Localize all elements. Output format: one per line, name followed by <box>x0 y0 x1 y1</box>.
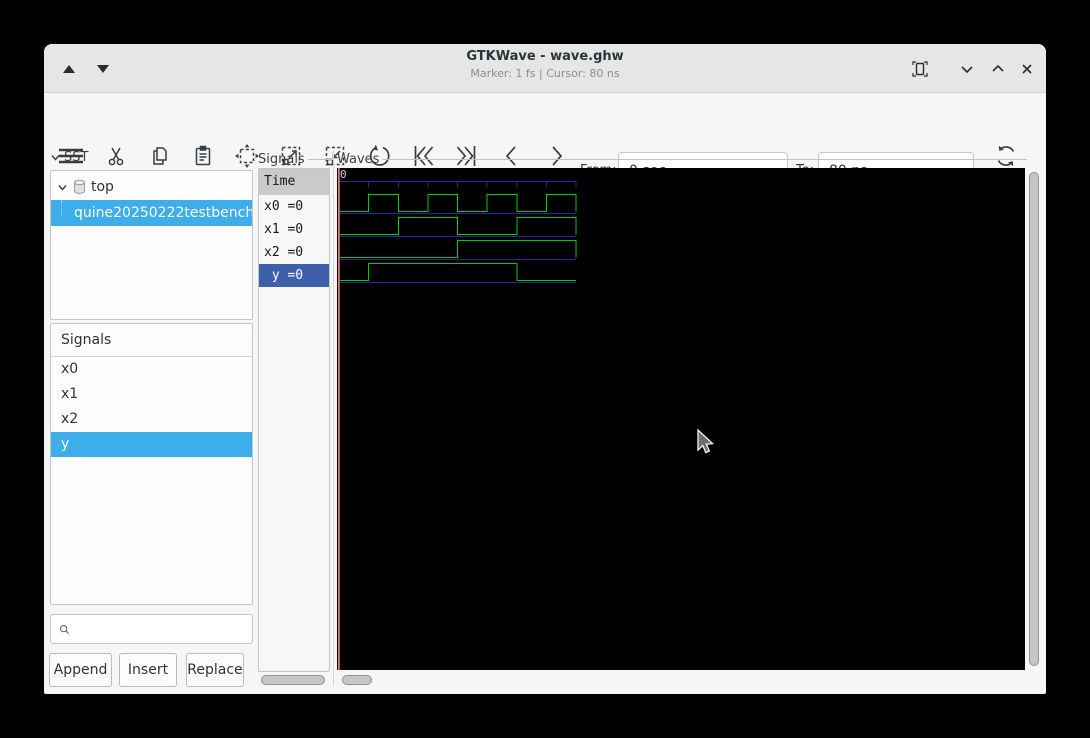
scrollbar-thumb[interactable] <box>261 675 325 685</box>
signal-filter-box <box>50 614 253 644</box>
waves-frame-label: Waves <box>337 152 1027 167</box>
chevron-down-icon <box>958 60 976 78</box>
cut-button[interactable] <box>99 140 133 172</box>
trace-names-panel: Time x0 =0 x1 =0 x2 =0 y =0 <box>258 168 330 672</box>
frame-border <box>382 159 1027 160</box>
close-button[interactable] <box>1014 56 1040 82</box>
expander-down-icon[interactable] <box>57 182 68 193</box>
waveform-plot <box>337 168 1025 670</box>
time-origin-label: 0 <box>340 168 347 181</box>
append-button[interactable]: Append <box>49 653 112 687</box>
trace-name-y[interactable]: y =0 <box>259 264 329 287</box>
list-item-x2[interactable]: x2 <box>51 407 252 432</box>
cut-icon <box>104 144 128 168</box>
scrollbar-thumb[interactable] <box>1029 172 1039 666</box>
sst-frame-label: SST <box>50 150 88 165</box>
time-header[interactable]: Time <box>259 169 329 195</box>
waves-hscrollbar[interactable] <box>337 674 1025 686</box>
paste-button[interactable] <box>186 140 220 172</box>
move-traces-up-button[interactable] <box>56 56 82 82</box>
trace-name-x0[interactable]: x0 =0 <box>259 195 329 218</box>
gtkwave-window: GTKWave - wave.ghw Marker: 1 fs | Cursor… <box>44 44 1046 694</box>
replace-button[interactable]: Replace <box>186 653 244 687</box>
scrollbar-thumb[interactable] <box>342 675 372 685</box>
wave-canvas[interactable]: 0 <box>337 168 1025 670</box>
pane-divider[interactable] <box>333 150 334 686</box>
zoom-fit-icon <box>234 143 260 169</box>
tree-branch-line <box>61 201 62 215</box>
copy-icon <box>148 144 172 168</box>
close-icon <box>1018 60 1036 78</box>
waves-vscrollbar[interactable] <box>1028 170 1040 670</box>
marker-cursor-status: Marker: 1 fs | Cursor: 80 ns <box>344 67 746 80</box>
window-title: GTKWave - wave.ghw <box>344 49 746 64</box>
sst-tree-panel: top quine20250222testbench <box>50 170 253 320</box>
maximize-button[interactable] <box>907 56 933 82</box>
list-item-y[interactable]: y <box>51 432 252 457</box>
signal-filter-input[interactable] <box>76 615 252 643</box>
paste-icon <box>191 144 215 168</box>
list-item-x0[interactable]: x0 <box>51 357 252 382</box>
signal-search-panel: Signals x0 x1 x2 y <box>50 323 253 605</box>
expander-down-icon[interactable] <box>50 152 61 163</box>
triangle-up-icon <box>63 65 75 73</box>
triangle-down-icon <box>97 65 109 73</box>
move-traces-down-button[interactable] <box>90 56 116 82</box>
sst-tree-item-testbench[interactable]: quine20250222testbench <box>51 200 252 226</box>
minimize-button[interactable] <box>954 56 980 82</box>
copy-button[interactable] <box>143 140 177 172</box>
marker-line[interactable] <box>338 168 340 670</box>
chevron-up-icon <box>989 60 1007 78</box>
toolbar: From: To: <box>44 94 1046 147</box>
sst-tree-item-top[interactable]: top <box>51 174 252 200</box>
insert-button[interactable]: Insert <box>119 653 177 687</box>
list-item-x1[interactable]: x1 <box>51 382 252 407</box>
trace-name-x1[interactable]: x1 =0 <box>259 218 329 241</box>
frame-border <box>308 159 334 160</box>
mouse-cursor <box>695 428 717 458</box>
search-icon <box>59 622 70 637</box>
titlebar: GTKWave - wave.ghw Marker: 1 fs | Cursor… <box>44 44 1046 93</box>
signal-search-header: Signals <box>51 324 252 357</box>
cylinder-icon <box>72 179 87 195</box>
names-hscrollbar[interactable] <box>258 674 330 686</box>
trace-name-x2[interactable]: x2 =0 <box>259 241 329 264</box>
maximize-icon <box>910 59 930 79</box>
names-frame-label: Signals <box>258 152 334 167</box>
restore-button[interactable] <box>985 56 1011 82</box>
